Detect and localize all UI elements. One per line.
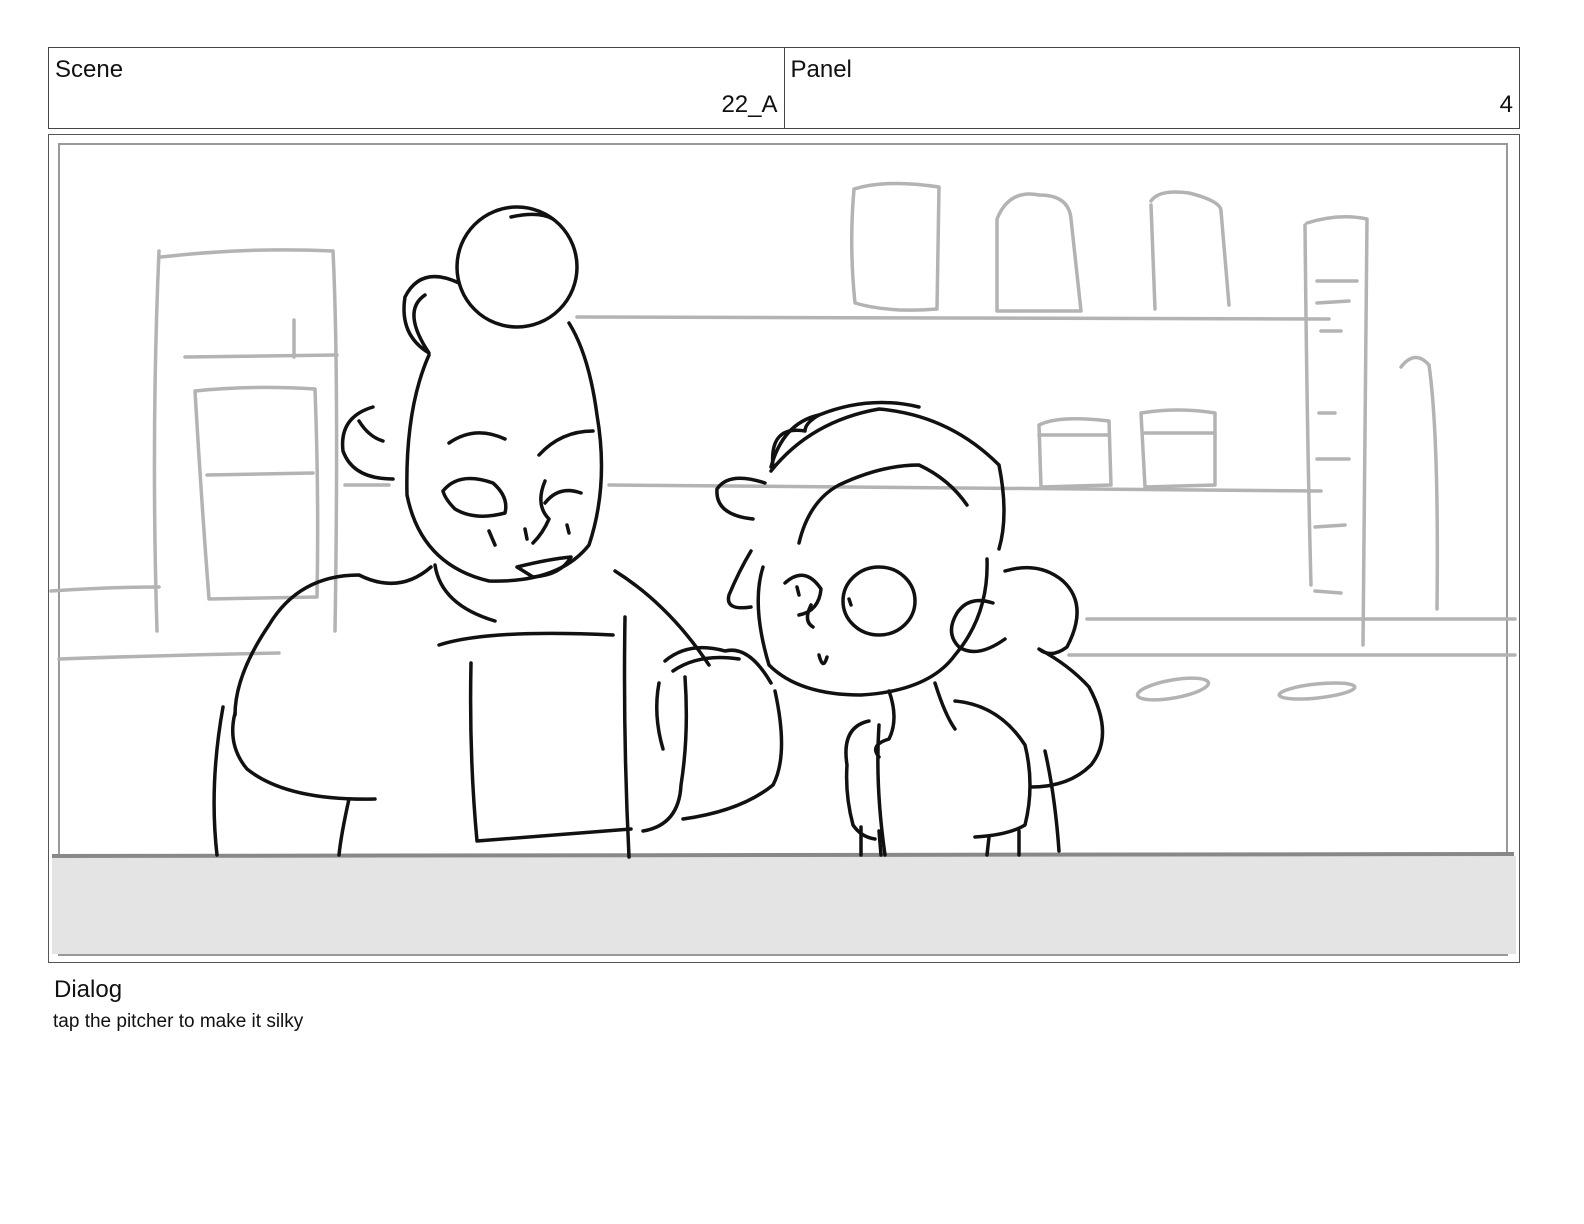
inner-frame bbox=[58, 143, 1508, 956]
barista-hair-bun bbox=[455, 205, 579, 329]
kid-eye-left bbox=[783, 573, 823, 617]
jar-3 bbox=[1149, 190, 1231, 311]
milk-pitcher bbox=[468, 661, 633, 843]
barista-hand bbox=[641, 675, 689, 833]
barista-brow-right bbox=[537, 429, 595, 457]
barista-brow-left bbox=[447, 431, 507, 445]
appliance bbox=[193, 385, 320, 601]
barista-ear-inner bbox=[357, 419, 385, 443]
kid-mouth bbox=[817, 653, 829, 666]
background-sketch bbox=[49, 181, 1517, 702]
kid-cap-band bbox=[797, 463, 969, 545]
barista-shoulder bbox=[233, 565, 433, 717]
panel-number: 4 bbox=[1499, 91, 1513, 118]
counter-edge bbox=[51, 852, 1515, 858]
jar-2 bbox=[995, 192, 1083, 313]
barista-ear bbox=[340, 405, 395, 481]
panel-cell: Panel 4 bbox=[783, 48, 1520, 128]
scene-label: Scene bbox=[55, 56, 124, 83]
counter bbox=[52, 856, 1516, 954]
canister-2 bbox=[1139, 408, 1217, 489]
dialog-text: tap the pitcher to make it silky bbox=[53, 1011, 304, 1032]
saucer-1 bbox=[1135, 676, 1211, 702]
barista-face bbox=[405, 321, 604, 583]
fridge-side bbox=[152, 249, 161, 633]
kid-eye-right bbox=[841, 565, 917, 637]
fridge-handle-line bbox=[183, 353, 339, 359]
kid-hands bbox=[859, 825, 883, 857]
scene-number: 22_A bbox=[721, 91, 778, 118]
kid-hair-end bbox=[1043, 749, 1061, 853]
saucer-2 bbox=[1277, 681, 1357, 701]
cup-body bbox=[681, 689, 784, 821]
milk-pitcher-rim bbox=[437, 631, 615, 647]
character-sketch bbox=[212, 205, 1105, 859]
barista-hair-front bbox=[402, 274, 461, 355]
barista-left-arm bbox=[231, 711, 377, 801]
scene-cell: Scene 22_A bbox=[49, 48, 784, 128]
cup-side bbox=[655, 681, 665, 751]
storyboard-sketch bbox=[49, 143, 1517, 956]
appliance-line bbox=[205, 471, 315, 477]
kid-arm-left bbox=[844, 719, 877, 841]
rack-shelves bbox=[1313, 279, 1359, 595]
kid-hair-left bbox=[726, 549, 753, 610]
storyboard-panel bbox=[48, 134, 1520, 963]
hand-fingers bbox=[671, 655, 741, 673]
barista-nose bbox=[531, 479, 551, 545]
barista-smile bbox=[515, 555, 573, 579]
barista-right-arm bbox=[613, 569, 711, 667]
barista-stubble bbox=[487, 523, 571, 547]
upper-shelf bbox=[575, 315, 1331, 321]
panel-label: Panel bbox=[790, 56, 852, 83]
rack-left bbox=[1303, 223, 1313, 587]
left-counter-back bbox=[49, 585, 161, 593]
left-counter-top bbox=[57, 651, 281, 661]
barista-torso-left bbox=[212, 705, 225, 857]
barista-eye-left bbox=[441, 476, 508, 518]
kid-neck-right bbox=[933, 681, 957, 731]
spout bbox=[1399, 355, 1440, 611]
canister-1 bbox=[1037, 417, 1113, 489]
kid-body-right bbox=[953, 699, 1032, 839]
kid-hair-back bbox=[1003, 565, 1105, 789]
barista-torso-line bbox=[337, 797, 351, 857]
jar-1 bbox=[849, 181, 941, 312]
pitcher-handle-line bbox=[622, 615, 631, 859]
bun-top-stroke bbox=[509, 212, 555, 221]
kid-ear bbox=[949, 598, 1007, 654]
barista-eye-right bbox=[543, 488, 583, 505]
fridge-outline bbox=[159, 248, 339, 633]
dialog-label: Dialog bbox=[54, 976, 123, 1003]
panel-header: Scene 22_A Panel 4 bbox=[48, 47, 1520, 129]
